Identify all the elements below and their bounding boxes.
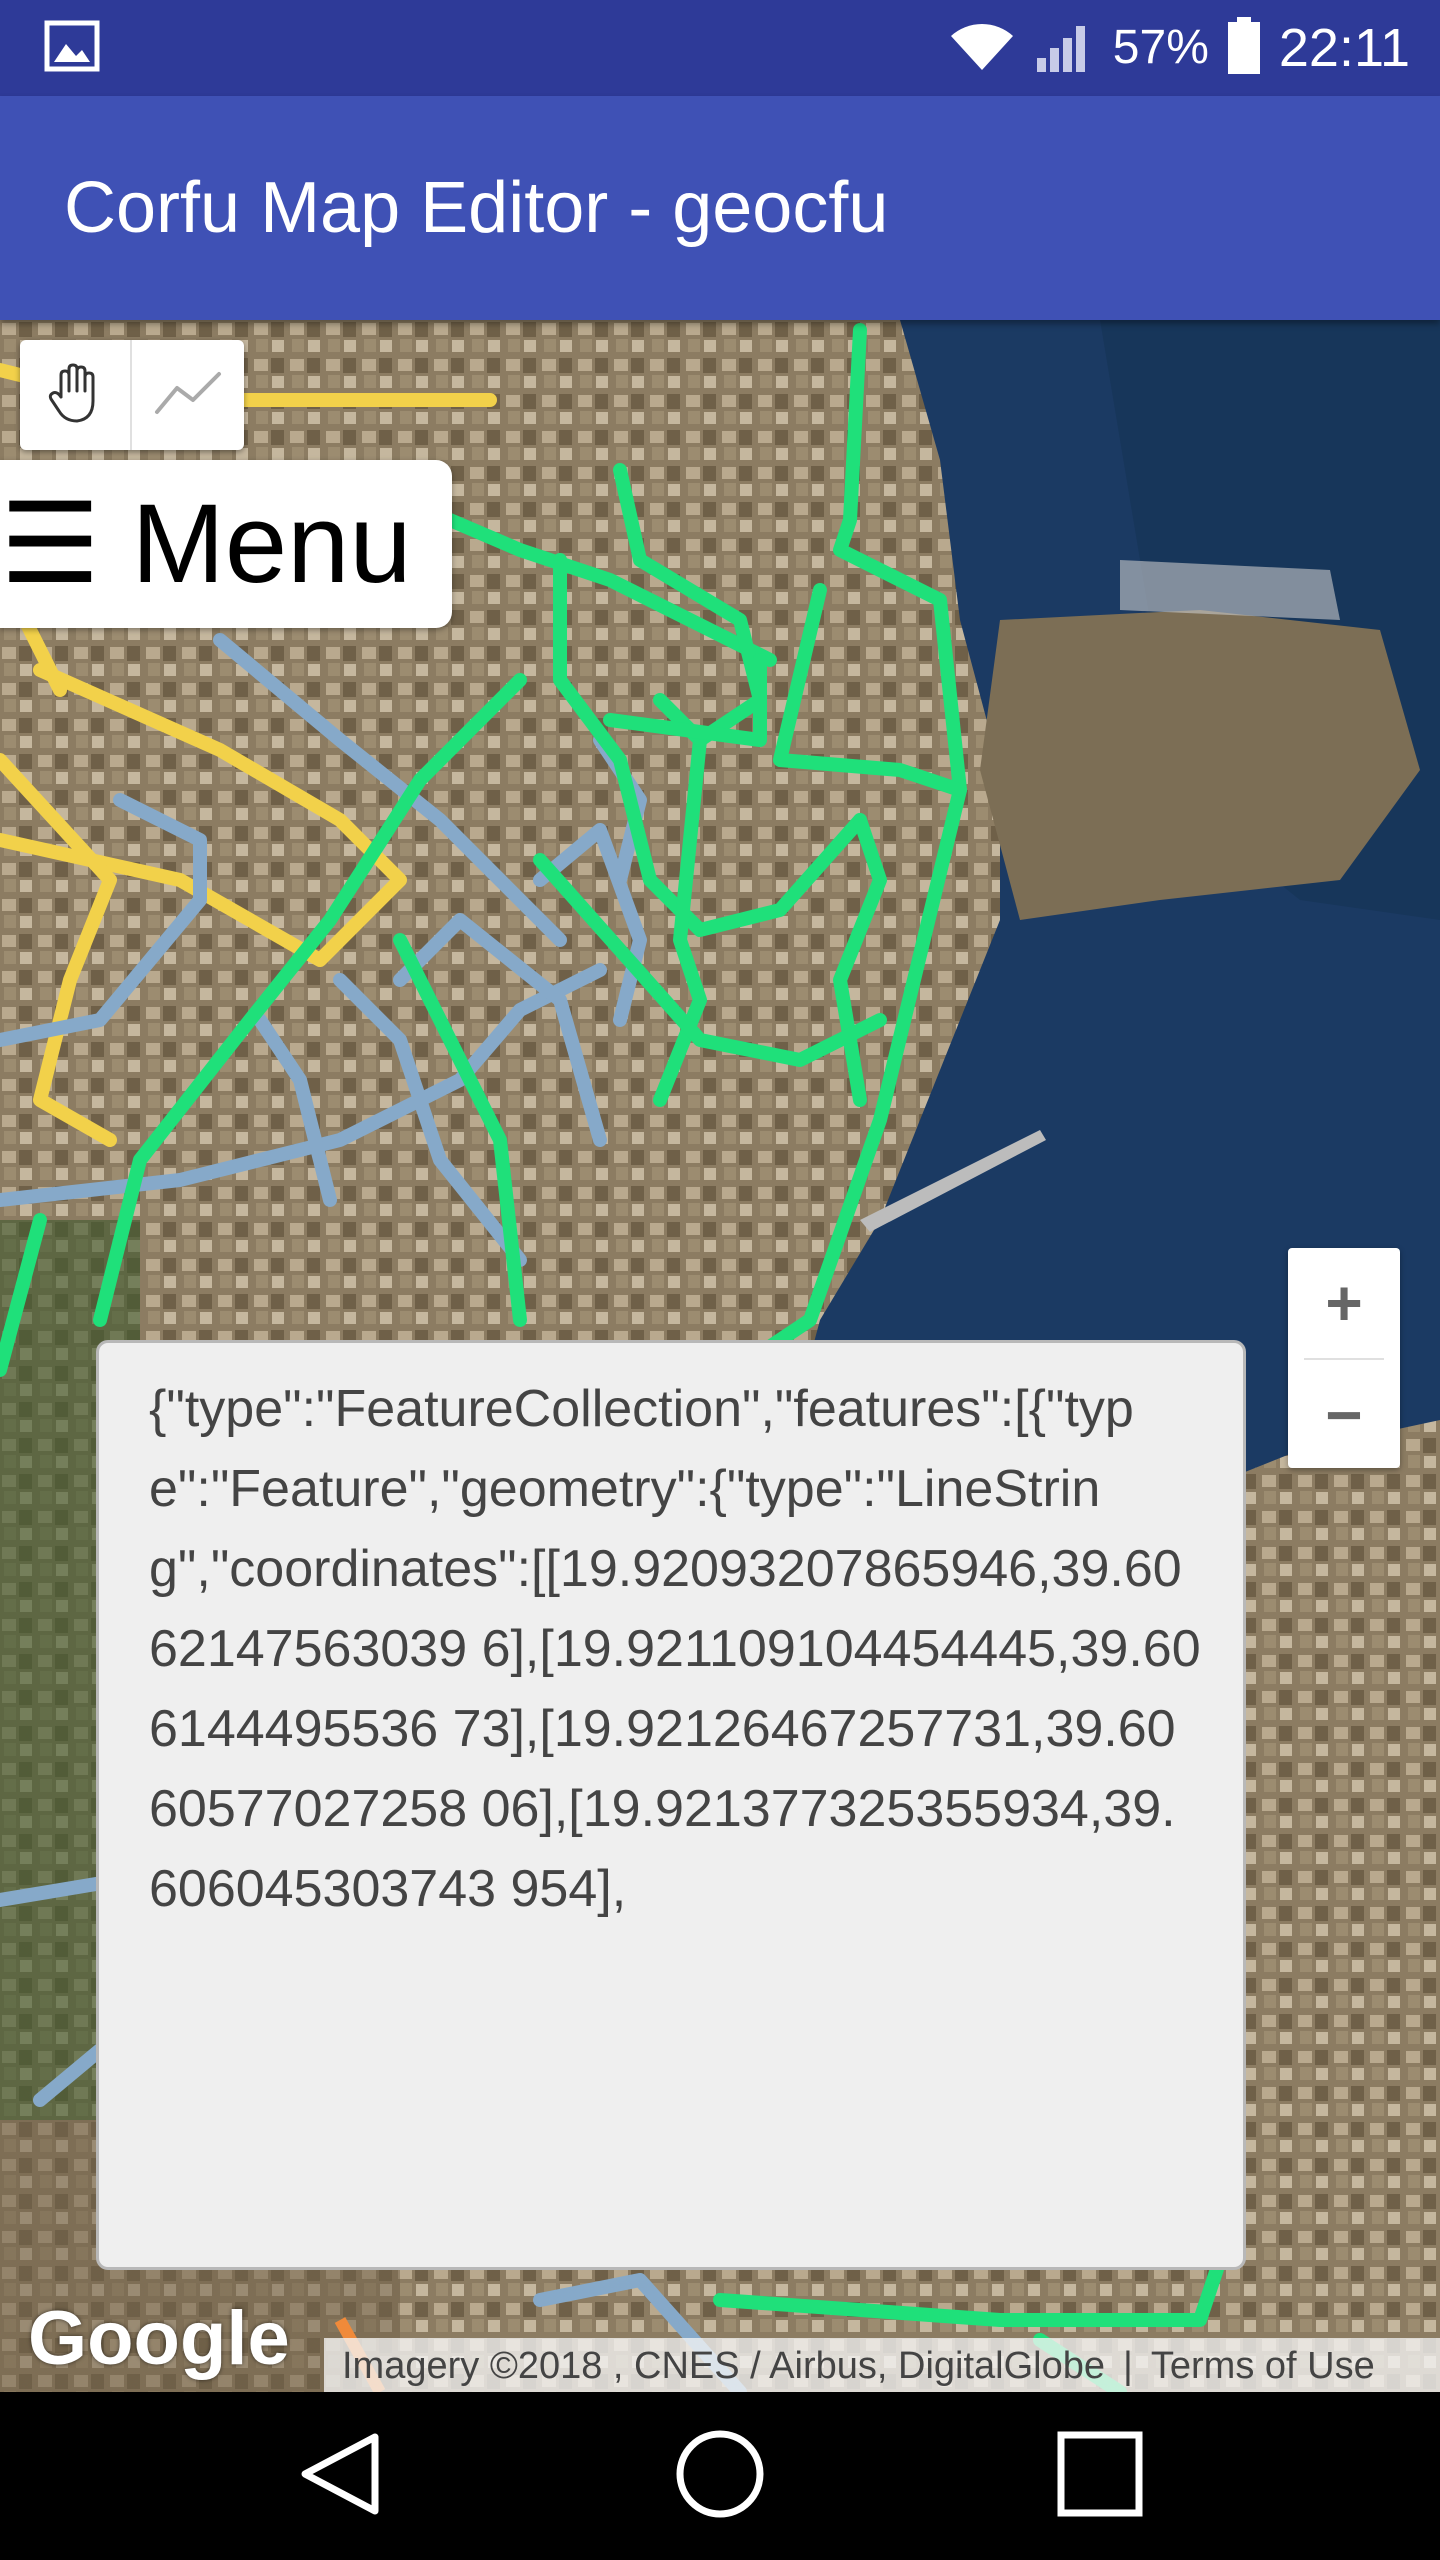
pan-tool-button[interactable] [20,340,132,450]
navigation-bar [0,2392,1440,2560]
geojson-output-textarea[interactable]: {"type":"FeatureCollection","features":[… [96,1340,1246,2270]
recents-icon [1055,2429,1145,2523]
zoom-control: + − [1288,1248,1400,1468]
map-view[interactable]: ☰ Menu + − {"type":"FeatureCollection","… [0,320,1440,2392]
app-title: Corfu Map Editor - geocfu [64,168,889,248]
status-bar: 57% 22:11 [0,0,1440,96]
draw-line-icon [153,368,223,422]
geojson-text: {"type":"FeatureCollection","features":[… [149,1380,1201,1918]
home-icon [672,2426,768,2526]
recents-button[interactable] [1000,2392,1200,2560]
menu-button[interactable]: ☰ Menu [0,460,452,628]
pan-hand-icon [43,361,107,429]
attribution-separator: | [1123,2344,1133,2387]
battery-percent: 57% [1112,21,1209,74]
google-logo: Google [28,2296,290,2381]
back-button[interactable] [240,2392,440,2560]
draw-toolbar [20,340,244,450]
gallery-icon [44,20,100,76]
app-bar: Corfu Map Editor - geocfu [0,96,1440,320]
map-attribution: Imagery ©2018 , CNES / Airbus, DigitalGl… [324,2338,1440,2392]
clock: 22:11 [1278,18,1410,78]
battery-icon [1227,17,1261,79]
draw-line-tool-button[interactable] [132,340,244,450]
imagery-credit: Imagery ©2018 , CNES / Airbus, DigitalGl… [342,2344,1106,2387]
back-icon [295,2429,385,2523]
zoom-out-button[interactable]: − [1288,1360,1400,1470]
signal-icon [1035,18,1095,78]
home-button[interactable] [620,2392,820,2560]
terms-of-use-link[interactable]: Terms of Use [1151,2345,1375,2388]
zoom-in-button[interactable]: + [1288,1248,1400,1358]
menu-label: ☰ Menu [0,481,412,606]
wifi-icon [947,18,1017,78]
